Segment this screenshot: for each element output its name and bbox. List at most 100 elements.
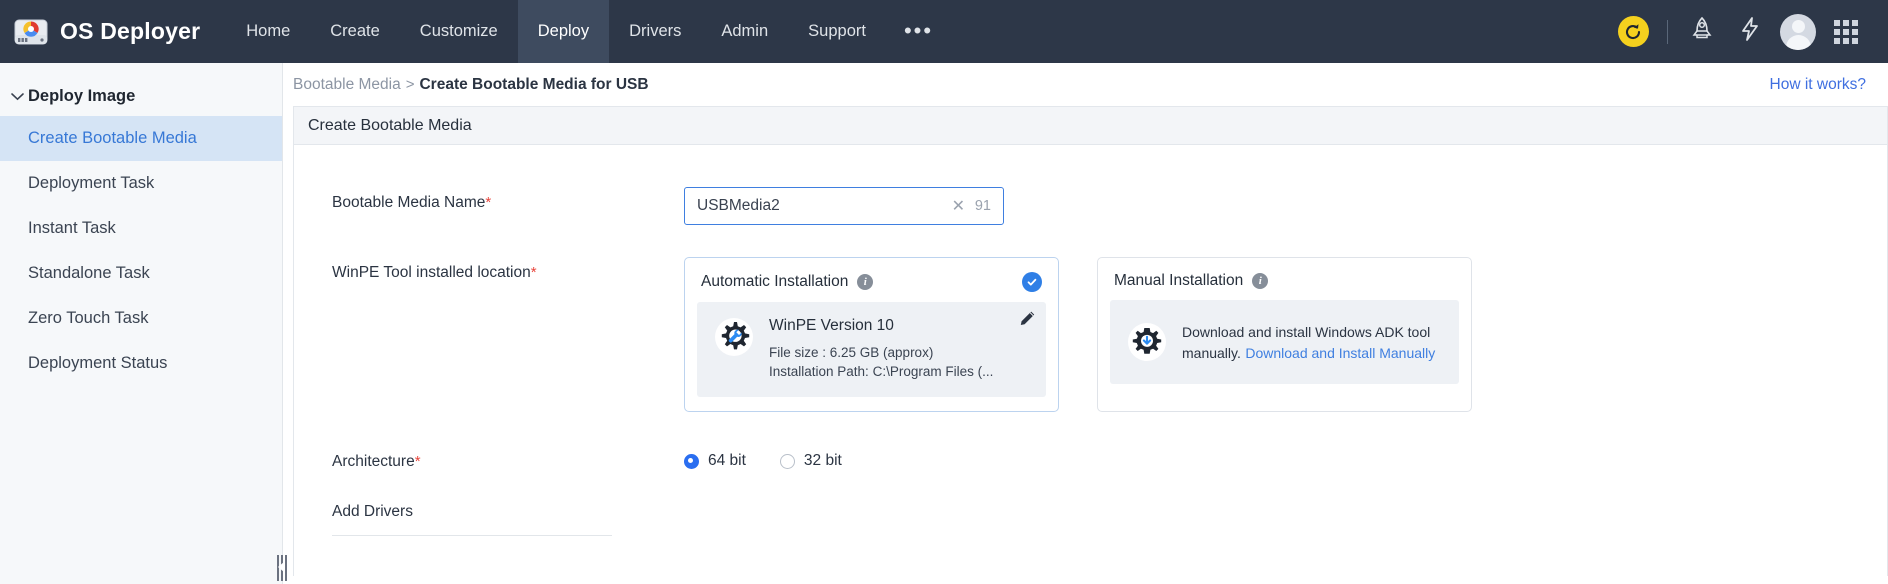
breadcrumb-current: Create Bootable Media for USB [419, 76, 648, 94]
winpe-install-path: Installation Path: C:\Program Files (... [769, 362, 1032, 381]
installation-options: Automatic Installation i [684, 257, 1472, 412]
collapse-arrow-icon [278, 562, 284, 572]
rocket-button[interactable] [1678, 0, 1726, 63]
automatic-card-title: Automatic Installation [701, 273, 848, 291]
sidebar: Deploy Image Create Bootable Media Deplo… [0, 63, 283, 584]
required-asterisk: * [531, 264, 537, 281]
nav-right-icons [1609, 0, 1888, 63]
sidebar-item-label: Standalone Task [28, 264, 150, 283]
media-name-field[interactable]: ✕ 91 [684, 187, 1004, 225]
manual-card-texts: Download and install Windows ADK tool ma… [1182, 321, 1445, 364]
media-name-label: Bootable Media Name* [332, 187, 684, 212]
manual-card-header: Manual Installation i [1110, 270, 1459, 300]
how-it-works-link[interactable]: How it works? [1770, 76, 1866, 94]
architecture-option-64bit[interactable]: 64 bit [684, 452, 746, 470]
refresh-button[interactable] [1609, 0, 1657, 63]
architecture-radio-group: 64 bit 32 bit [684, 446, 842, 470]
sidebar-group-deploy-image[interactable]: Deploy Image [0, 77, 282, 116]
pencil-icon[interactable] [1019, 310, 1036, 332]
page-body: Deploy Image Create Bootable Media Deplo… [0, 63, 1888, 584]
app-brand[interactable]: OS Deployer [0, 0, 226, 63]
nav-item-customize[interactable]: Customize [400, 0, 518, 63]
sidebar-item-create-bootable-media[interactable]: Create Bootable Media [0, 116, 282, 161]
main-nav-items: Home Create Customize Deploy Drivers Adm… [226, 0, 951, 63]
required-asterisk: * [485, 194, 491, 211]
quick-actions-button[interactable] [1726, 0, 1774, 63]
nav-item-home[interactable]: Home [226, 0, 310, 63]
breadcrumb-parent[interactable]: Bootable Media [293, 76, 401, 94]
add-drivers-section: Add Drivers [332, 497, 1887, 536]
sidebar-item-label: Zero Touch Task [28, 309, 148, 328]
info-icon[interactable]: i [857, 274, 873, 290]
sidebar-item-standalone-task[interactable]: Standalone Task [0, 251, 282, 296]
nav-item-admin[interactable]: Admin [701, 0, 788, 63]
refresh-icon [1618, 16, 1649, 47]
disk-drive-icon [14, 17, 48, 47]
breadcrumb-separator: > [406, 76, 415, 93]
architecture-label: Architecture* [332, 446, 684, 471]
sidebar-item-deployment-task[interactable]: Deployment Task [0, 161, 282, 206]
rocket-icon [1690, 16, 1714, 47]
sidebar-item-instant-task[interactable]: Instant Task [0, 206, 282, 251]
required-asterisk: * [415, 453, 421, 470]
lightning-bolt-icon [1738, 16, 1762, 47]
panel-title: Create Bootable Media [294, 107, 1887, 145]
winpe-tool-name: WinPE Version 10 [769, 317, 1032, 335]
avatar [1780, 14, 1816, 50]
sidebar-item-label: Create Bootable Media [28, 129, 197, 148]
radio-icon-selected [684, 454, 699, 469]
automatic-installation-card[interactable]: Automatic Installation i [684, 257, 1059, 412]
nav-overflow-menu-button[interactable]: ••• [886, 0, 951, 63]
check-circle-icon [1022, 272, 1042, 292]
sidebar-item-label: Deployment Task [28, 174, 154, 193]
radio-icon-unselected [780, 454, 795, 469]
automatic-card-texts: WinPE Version 10 File size : 6.25 GB (ap… [769, 316, 1032, 381]
breadcrumb: Bootable Media > Create Bootable Media f… [283, 63, 1888, 106]
chevron-down-icon [6, 92, 28, 101]
architecture-label-text: Architecture [332, 453, 415, 470]
media-name-input[interactable] [697, 197, 946, 215]
section-divider [332, 535, 612, 536]
main-content: Bootable Media > Create Bootable Media f… [283, 63, 1888, 584]
nav-item-support[interactable]: Support [788, 0, 886, 63]
sidebar-group-label: Deploy Image [28, 87, 135, 106]
apps-grid-icon [1834, 20, 1858, 44]
architecture-option-32bit[interactable]: 32 bit [780, 452, 842, 470]
apps-launcher-button[interactable] [1822, 0, 1870, 63]
winpe-location-label: WinPE Tool installed location* [332, 257, 684, 282]
top-navigation-bar: OS Deployer Home Create Customize Deploy… [0, 0, 1888, 63]
architecture-option-label: 32 bit [804, 452, 842, 470]
automatic-card-header: Automatic Installation i [697, 270, 1046, 302]
sidebar-item-deployment-status[interactable]: Deployment Status [0, 341, 282, 386]
nav-divider [1667, 20, 1668, 44]
download-install-manually-link[interactable]: Download and Install Manually [1245, 345, 1435, 361]
add-drivers-label: Add Drivers [332, 497, 1887, 521]
nav-item-drivers[interactable]: Drivers [609, 0, 701, 63]
gear-download-icon [1126, 321, 1168, 363]
winpe-location-label-text: WinPE Tool installed location [332, 264, 531, 281]
manual-card-body: Download and install Windows ADK tool ma… [1110, 300, 1459, 384]
clear-icon[interactable]: ✕ [946, 196, 971, 216]
bootable-media-form: Bootable Media Name* ✕ 91 WinPE Tool ins… [294, 145, 1887, 536]
info-icon[interactable]: i [1252, 273, 1268, 289]
architecture-option-label: 64 bit [708, 452, 746, 470]
character-count: 91 [971, 198, 991, 214]
form-row-winpe-location: WinPE Tool installed location* Automatic… [332, 257, 1887, 412]
form-row-architecture: Architecture* 64 bit 32 bit [332, 446, 1887, 471]
gear-wrench-icon [713, 316, 755, 358]
media-name-label-text: Bootable Media Name [332, 194, 485, 211]
app-title: OS Deployer [60, 18, 200, 45]
user-profile-button[interactable] [1774, 0, 1822, 63]
nav-item-deploy[interactable]: Deploy [518, 0, 609, 63]
manual-card-title: Manual Installation [1114, 272, 1243, 290]
create-bootable-media-panel: Create Bootable Media Bootable Media Nam… [293, 106, 1888, 576]
manual-installation-card[interactable]: Manual Installation i [1097, 257, 1472, 412]
form-row-media-name: Bootable Media Name* ✕ 91 [332, 187, 1887, 225]
sidebar-item-label: Instant Task [28, 219, 116, 238]
winpe-file-size: File size : 6.25 GB (approx) [769, 343, 1032, 362]
sidebar-item-zero-touch-task[interactable]: Zero Touch Task [0, 296, 282, 341]
sidebar-item-label: Deployment Status [28, 354, 167, 373]
nav-item-create[interactable]: Create [310, 0, 400, 63]
automatic-card-body: WinPE Version 10 File size : 6.25 GB (ap… [697, 302, 1046, 397]
sidebar-resize-handle[interactable] [275, 553, 288, 583]
